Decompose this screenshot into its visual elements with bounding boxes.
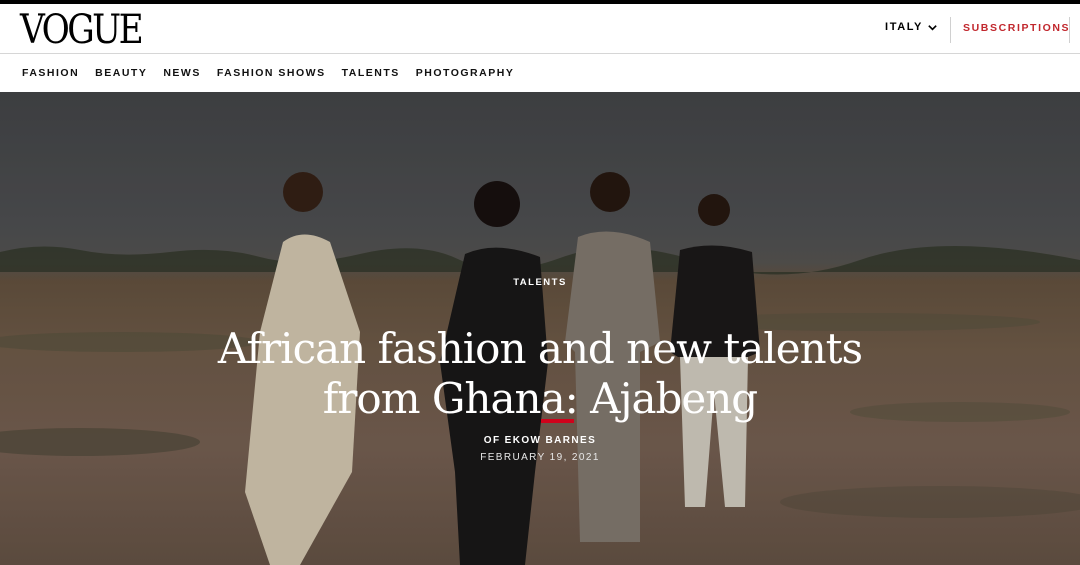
hero-image[interactable]: TALENTS African fashion and new talents … xyxy=(0,92,1080,565)
site-header: VOGUE ITALY SUBSCRIPTIONS xyxy=(0,4,1080,54)
article-date: FEBRUARY 19, 2021 xyxy=(480,452,600,463)
article-byline[interactable]: OF EKOW BARNES xyxy=(0,435,1080,446)
nav-talents[interactable]: TALENTS xyxy=(342,67,400,79)
nav-photography[interactable]: PHOTOGRAPHY xyxy=(416,67,515,79)
article-title-line-1: African fashion and new talents xyxy=(217,324,863,374)
title-rule xyxy=(541,419,574,423)
chevron-down-icon xyxy=(928,24,937,31)
vogue-logo[interactable]: VOGUE xyxy=(20,8,144,52)
nav-fashion-shows[interactable]: FASHION SHOWS xyxy=(217,67,326,79)
region-selector[interactable]: ITALY xyxy=(885,21,938,33)
article-title[interactable]: African fashion and new talents from Gha… xyxy=(140,324,940,424)
article-title-line-2: from Ghana: Ajabeng xyxy=(322,374,758,424)
header-divider-right xyxy=(1069,17,1070,43)
main-nav: FASHION BEAUTY NEWS FASHION SHOWS TALENT… xyxy=(0,54,1080,92)
nav-news[interactable]: NEWS xyxy=(163,67,201,79)
nav-beauty[interactable]: BEAUTY xyxy=(95,67,147,79)
nav-fashion[interactable]: FASHION xyxy=(22,67,79,79)
subscriptions-link[interactable]: SUBSCRIPTIONS xyxy=(963,22,1070,34)
article-category[interactable]: TALENTS xyxy=(0,277,1080,288)
header-divider xyxy=(950,17,951,43)
region-label: ITALY xyxy=(885,21,923,33)
